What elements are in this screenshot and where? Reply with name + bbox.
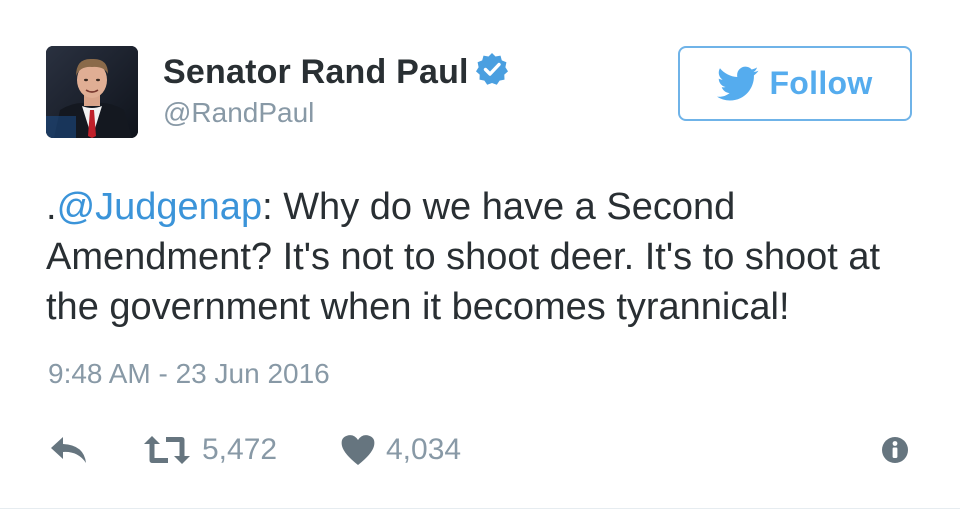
timestamp[interactable]: 9:48 AM - 23 Jun 2016: [48, 356, 330, 392]
tweet-actions: 5,472 4,034: [48, 428, 918, 472]
author-info: Senator Rand Paul @RandPaul: [163, 52, 509, 130]
verified-badge-icon: [475, 52, 509, 86]
tweet-card: Senator Rand Paul @RandPaul Follow .@Jud…: [0, 0, 960, 514]
retweet-button[interactable]: 5,472: [142, 428, 277, 472]
like-button[interactable]: 4,034: [340, 428, 461, 472]
follow-label: Follow: [769, 65, 873, 101]
reply-button[interactable]: [48, 428, 90, 472]
retweet-count: 5,472: [202, 433, 278, 466]
info-button[interactable]: [880, 428, 910, 472]
retweet-icon: [142, 434, 192, 466]
like-count: 4,034: [386, 433, 462, 466]
divider: [0, 508, 960, 509]
author-handle[interactable]: @RandPaul: [163, 96, 509, 130]
avatar-portrait: [46, 46, 138, 138]
display-name[interactable]: Senator Rand Paul: [163, 52, 469, 92]
tweet-text: .@Judgenap: Why do we have a Second Amen…: [46, 182, 926, 332]
info-icon: [880, 435, 910, 465]
mention-link[interactable]: @Judgenap: [57, 186, 263, 228]
reply-icon: [48, 435, 90, 465]
heart-icon: [340, 434, 376, 466]
tweet-text-prefix: .: [46, 186, 57, 228]
follow-button[interactable]: Follow: [678, 46, 912, 121]
avatar[interactable]: [46, 46, 138, 138]
twitter-bird-icon: [717, 66, 759, 102]
